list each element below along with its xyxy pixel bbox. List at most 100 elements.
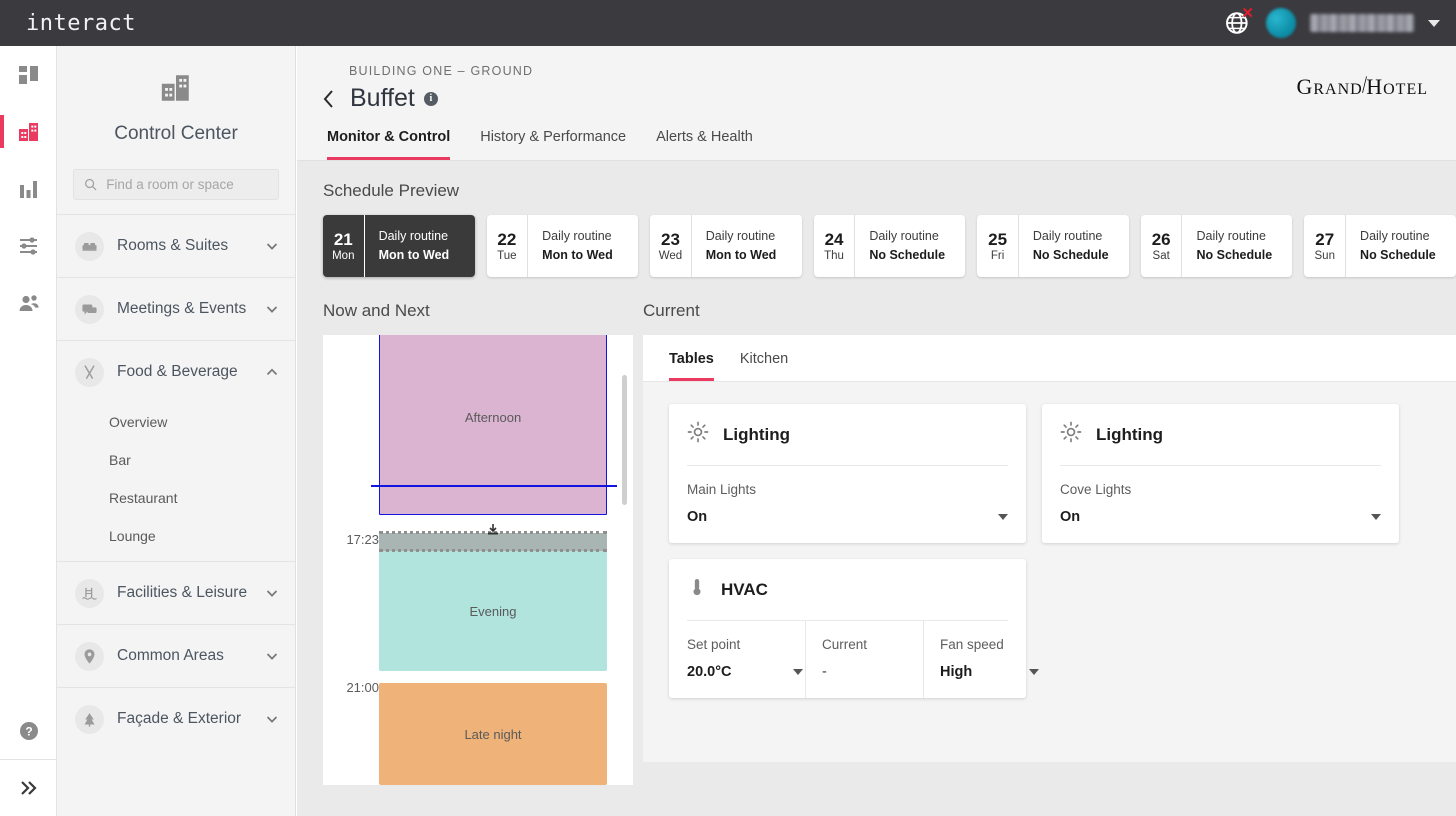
tab-monitor-control[interactable]: Monitor & Control	[327, 129, 450, 160]
control-card: LightingCove LightsOn	[1042, 404, 1399, 543]
svg-text:?: ?	[25, 724, 32, 738]
timeline-time-label: 17:23	[323, 532, 379, 547]
timeline-panel[interactable]: AfternoonEveningLate night17:2321:00	[323, 335, 633, 785]
timeline-block[interactable]: Evening	[379, 551, 607, 671]
schedule-day-date: 27Sun	[1304, 215, 1346, 277]
sidebar-item-common-areas[interactable]: Common Areas	[57, 625, 295, 687]
rail-item-dashboard[interactable]	[0, 46, 57, 103]
cutlery-icon	[75, 358, 104, 387]
sidebar-group: Rooms & Suites	[57, 214, 295, 277]
card-fields: Set point20.0°CCurrent-Fan speedHigh	[687, 621, 1008, 698]
schedule-routine-label: Daily routine	[869, 227, 951, 246]
schedule-day-card[interactable]: 22TueDaily routineMon to Wed	[487, 215, 639, 277]
chevron-down-icon[interactable]	[793, 669, 803, 675]
schedule-day-card[interactable]: 25FriDaily routineNo Schedule	[977, 215, 1129, 277]
rail-item-settings[interactable]	[0, 217, 57, 274]
current-tab-kitchen[interactable]: Kitchen	[740, 351, 788, 381]
field-value-row: -	[822, 664, 923, 680]
chevron-up-icon[interactable]	[265, 365, 279, 379]
search-box[interactable]	[73, 169, 279, 200]
schedule-day-card[interactable]: 26SatDaily routineNo Schedule	[1141, 215, 1293, 277]
schedule-day-name: Mon	[332, 250, 354, 262]
schedule-day-body: Daily routineNo Schedule	[855, 215, 965, 277]
tab-alerts-health[interactable]: Alerts & Health	[656, 129, 753, 160]
current-tab-tables[interactable]: Tables	[669, 351, 714, 381]
schedule-day-number: 24	[825, 230, 844, 250]
thermometer-icon	[687, 576, 707, 603]
schedule-day-card[interactable]: 21MonDaily routineMon to Wed	[323, 215, 475, 277]
schedule-day-date: 25Fri	[977, 215, 1019, 277]
sidebar-subitem-overview[interactable]: Overview	[57, 403, 295, 441]
chevron-down-icon[interactable]	[998, 514, 1008, 520]
chevron-down-icon[interactable]	[1029, 669, 1039, 675]
timeline-scrollbar[interactable]	[622, 375, 627, 505]
chevron-down-icon[interactable]	[265, 239, 279, 253]
field-value-row[interactable]: On	[687, 509, 1008, 525]
avatar[interactable]	[1266, 8, 1296, 38]
schedule-day-name: Tue	[497, 250, 516, 262]
sidebar-item-food-beverage[interactable]: Food & Beverage	[57, 341, 295, 403]
rail-item-help[interactable]: ?	[0, 702, 57, 759]
tab-history-performance[interactable]: History & Performance	[480, 129, 626, 160]
schedule-day-card[interactable]: 24ThuDaily routineNo Schedule	[814, 215, 966, 277]
location-pin-icon	[75, 642, 104, 671]
sidebar-item-meetings-events[interactable]: Meetings & Events	[57, 278, 295, 340]
info-icon[interactable]: i	[424, 92, 438, 106]
field-value: On	[687, 509, 707, 525]
rail-item-users[interactable]	[0, 274, 57, 331]
current-tabs: Tables Kitchen	[643, 335, 1456, 382]
schedule-day-number: 26	[1152, 230, 1171, 250]
field-label: Current	[822, 637, 923, 652]
sidebar-item-fa-ade-exterior[interactable]: Façade & Exterior	[57, 688, 295, 750]
globe-offline-icon[interactable]: ✕	[1224, 9, 1252, 37]
schedule-day-card[interactable]: 23WedDaily routineMon to Wed	[650, 215, 802, 277]
timeline-block[interactable]: Late night	[379, 683, 607, 785]
main-content: BUILDING ONE – GROUND Buffet i GRAND⁄HOT…	[297, 46, 1456, 816]
sidebar-item-facilities-leisure[interactable]: Facilities & Leisure	[57, 562, 295, 624]
control-card: HVACSet point20.0°CCurrent-Fan speedHigh	[669, 559, 1026, 698]
schedule-day-number: 27	[1315, 230, 1334, 250]
sidebar-sublist: OverviewBarRestaurantLounge	[57, 403, 295, 561]
schedule-day-card[interactable]: 27SunDaily routineNo Schedule	[1304, 215, 1456, 277]
sidebar-nav-list: Rooms & SuitesMeetings & EventsFood & Be…	[57, 214, 295, 750]
timeline-block[interactable]: Afternoon	[379, 335, 607, 515]
help-circle-icon: ?	[18, 720, 40, 742]
card-fields: Main Lights On	[687, 466, 1008, 543]
schedule-day-name: Wed	[659, 250, 682, 262]
tree-icon	[75, 705, 104, 734]
card-fields: Cove LightsOn	[1060, 466, 1381, 543]
chevron-down-icon[interactable]	[265, 649, 279, 663]
schedule-day-date: 23Wed	[650, 215, 692, 277]
main-tabs: Monitor & Control History & Performance Al…	[297, 113, 1456, 160]
chevron-down-icon[interactable]	[265, 302, 279, 316]
field-value-row[interactable]: 20.0°C	[687, 664, 805, 680]
sidebar-group: Façade & Exterior	[57, 687, 295, 750]
rail-item-buildings[interactable]	[0, 103, 57, 160]
presentation-icon	[75, 295, 104, 324]
dashboard-grid-icon	[18, 64, 40, 86]
rail-item-analytics[interactable]	[0, 160, 57, 217]
chevron-down-icon[interactable]	[265, 586, 279, 600]
back-button[interactable]	[315, 86, 341, 112]
sidebar-subitem-restaurant[interactable]: Restaurant	[57, 479, 295, 517]
sidebar-subitem-bar[interactable]: Bar	[57, 441, 295, 479]
field-value-row[interactable]: High	[940, 664, 1041, 680]
chevron-down-icon[interactable]	[1371, 514, 1381, 520]
sidebar-subitem-lounge[interactable]: Lounge	[57, 517, 295, 555]
sidebar-item-rooms-suites[interactable]: Rooms & Suites	[57, 215, 295, 277]
search-input[interactable]	[106, 177, 268, 192]
field-label: Main Lights	[687, 482, 1008, 497]
brightness-sun-icon	[1060, 421, 1082, 448]
rail-item-expand[interactable]	[0, 759, 57, 816]
app-brand-logo: interact	[26, 11, 136, 36]
schedule-status-label: Mon to Wed	[542, 246, 624, 265]
sidebar-group: Facilities & Leisure	[57, 561, 295, 624]
chevron-down-icon[interactable]	[265, 712, 279, 726]
top-bar-right-group: ✕	[1224, 8, 1456, 38]
offline-x-marker: ✕	[1241, 6, 1254, 21]
field-value-row[interactable]: On	[1060, 509, 1381, 525]
schedule-day-body: Daily routineNo Schedule	[1346, 215, 1456, 277]
drag-handle-icon[interactable]	[485, 523, 501, 537]
chevron-down-icon[interactable]	[1428, 20, 1440, 27]
schedule-day-name: Fri	[991, 250, 1004, 262]
